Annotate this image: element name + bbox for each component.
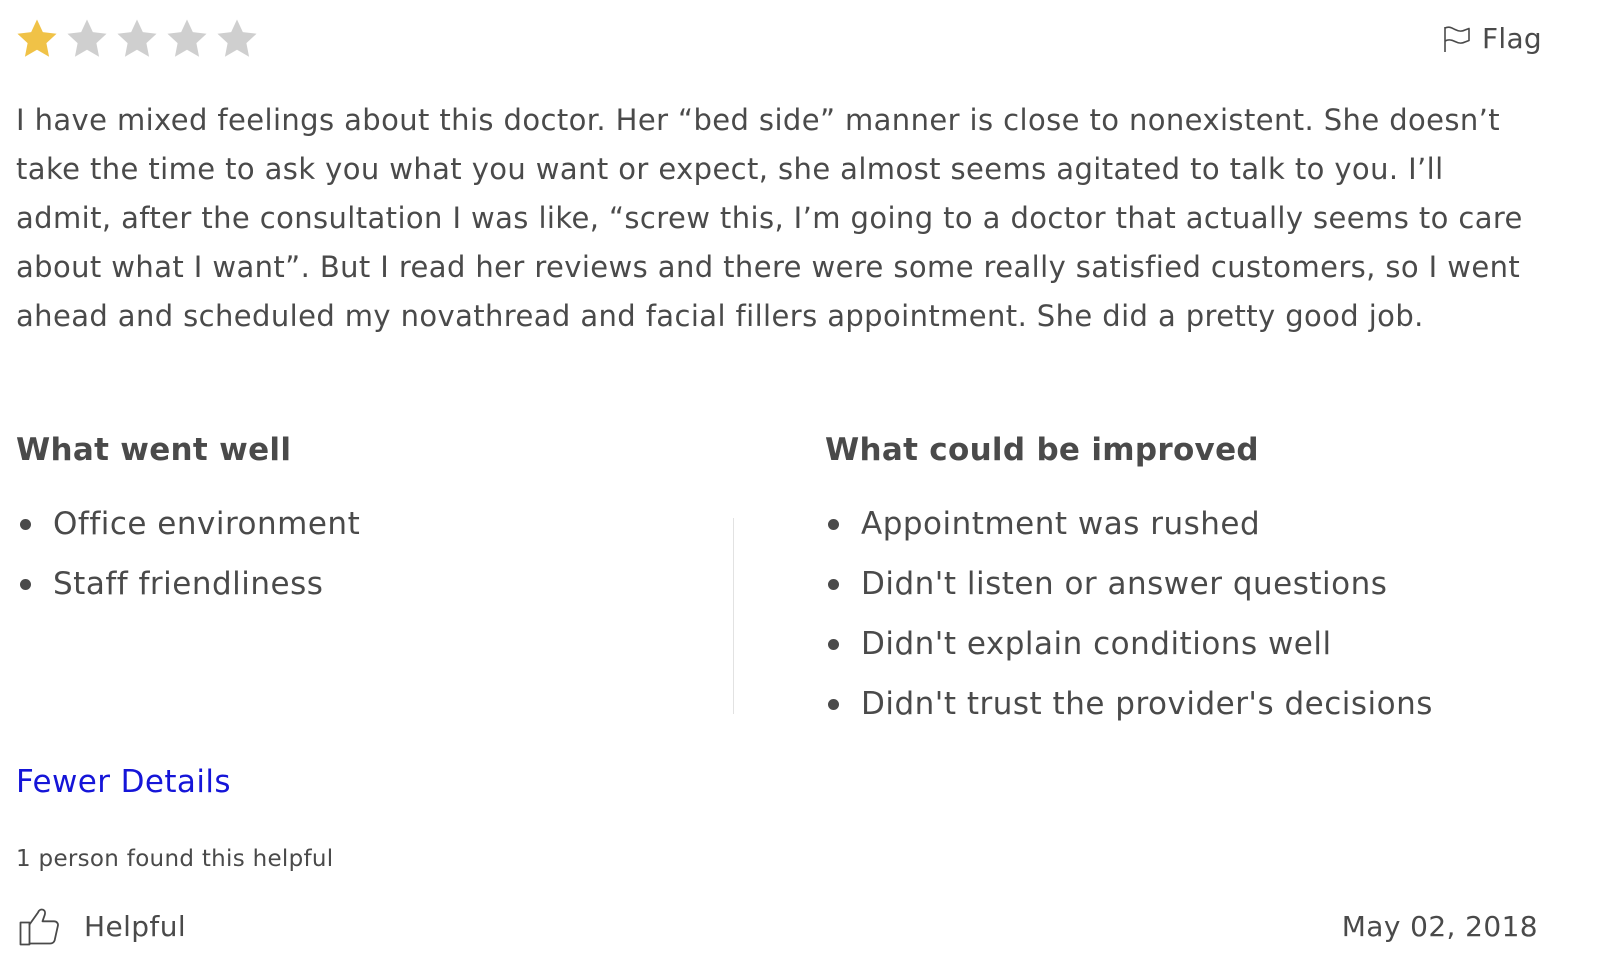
thumbs-up-icon <box>19 908 59 946</box>
list-item-label: Office environment <box>53 506 361 542</box>
bullet-icon <box>828 518 839 530</box>
star-icon <box>67 19 107 57</box>
fewer-details-link[interactable]: Fewer Details <box>16 764 231 800</box>
list-item-label: Appointment was rushed <box>861 506 1261 542</box>
went-well-list: Office environment Staff friendliness <box>20 494 360 614</box>
bullet-icon <box>828 698 839 710</box>
review-date: May 02, 2018 <box>1341 910 1538 943</box>
could-improve-heading: What could be improved <box>825 432 1259 468</box>
list-item: Office environment <box>20 494 360 554</box>
bullet-icon <box>20 578 31 590</box>
star-icon <box>217 19 257 57</box>
star-icon <box>117 19 157 57</box>
bullet-icon <box>828 578 839 590</box>
flag-label: Flag <box>1481 22 1542 55</box>
star-icon <box>17 19 57 57</box>
star-icon <box>167 19 207 57</box>
list-item: Staff friendliness <box>20 554 360 614</box>
could-improve-list: Appointment was rushed Didn't listen or … <box>828 494 1433 734</box>
flag-button[interactable]: Flag <box>1442 22 1542 55</box>
bullet-icon <box>20 518 31 530</box>
bullet-icon <box>828 638 839 650</box>
list-item-label: Didn't explain conditions well <box>861 626 1332 662</box>
helpful-count: 1 person found this helpful <box>16 846 334 872</box>
list-item-label: Didn't trust the provider's decisions <box>861 686 1433 722</box>
column-divider <box>733 518 734 714</box>
list-item-label: Didn't listen or answer questions <box>861 566 1388 602</box>
list-item-label: Staff friendliness <box>53 566 324 602</box>
list-item: Didn't listen or answer questions <box>828 554 1433 614</box>
helpful-button[interactable]: Helpful <box>18 904 186 948</box>
review-text: I have mixed feelings about this doctor.… <box>16 103 1523 333</box>
list-item: Didn't explain conditions well <box>828 614 1433 674</box>
star-rating <box>14 16 260 62</box>
helpful-label: Helpful <box>84 909 187 943</box>
list-item: Appointment was rushed <box>828 494 1433 554</box>
flag-icon <box>1444 25 1470 52</box>
went-well-heading: What went well <box>16 432 292 468</box>
list-item: Didn't trust the provider's decisions <box>828 674 1433 734</box>
